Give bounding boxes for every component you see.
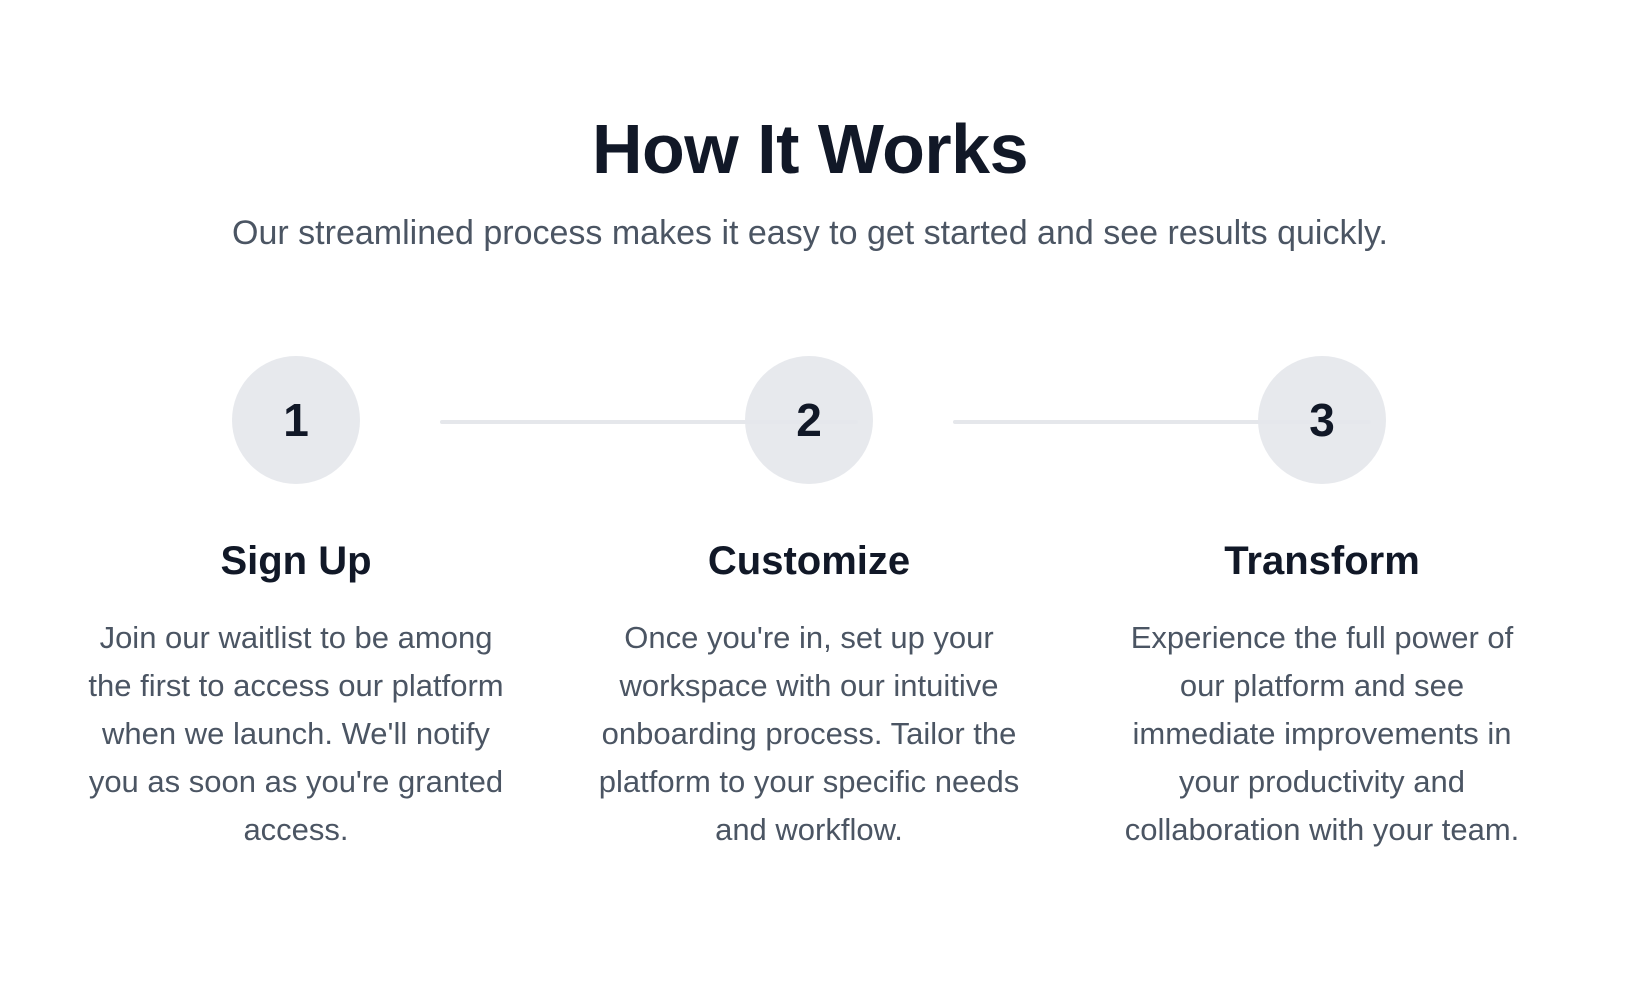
step-transform: 3 Transform Experience the full power of…: [1102, 356, 1542, 854]
step-number-badge: 2: [745, 356, 873, 484]
step-title: Sign Up: [220, 539, 372, 583]
section-title: How It Works: [591, 109, 1029, 188]
step-description: Experience the full power of our platfor…: [1124, 620, 1520, 847]
how-it-works-section: How It Works Our streamlined process mak…: [0, 0, 1648, 992]
step-title: Customize: [707, 539, 911, 583]
step-description: Once you're in, set up your workspace wi…: [598, 620, 1020, 847]
step-number-badge: 3: [1258, 356, 1386, 484]
step-number-badge: 1: [232, 356, 360, 484]
step-sign-up: 1 Sign Up Join our waitlist to be among …: [76, 356, 516, 854]
section-subtitle: Our streamlined process makes it easy to…: [232, 214, 1388, 252]
step-title: Transform: [1224, 539, 1420, 583]
step-description: Join our waitlist to be among the first …: [88, 620, 504, 847]
step-customize: 2 Customize Once you're in, set up your …: [589, 356, 1029, 854]
